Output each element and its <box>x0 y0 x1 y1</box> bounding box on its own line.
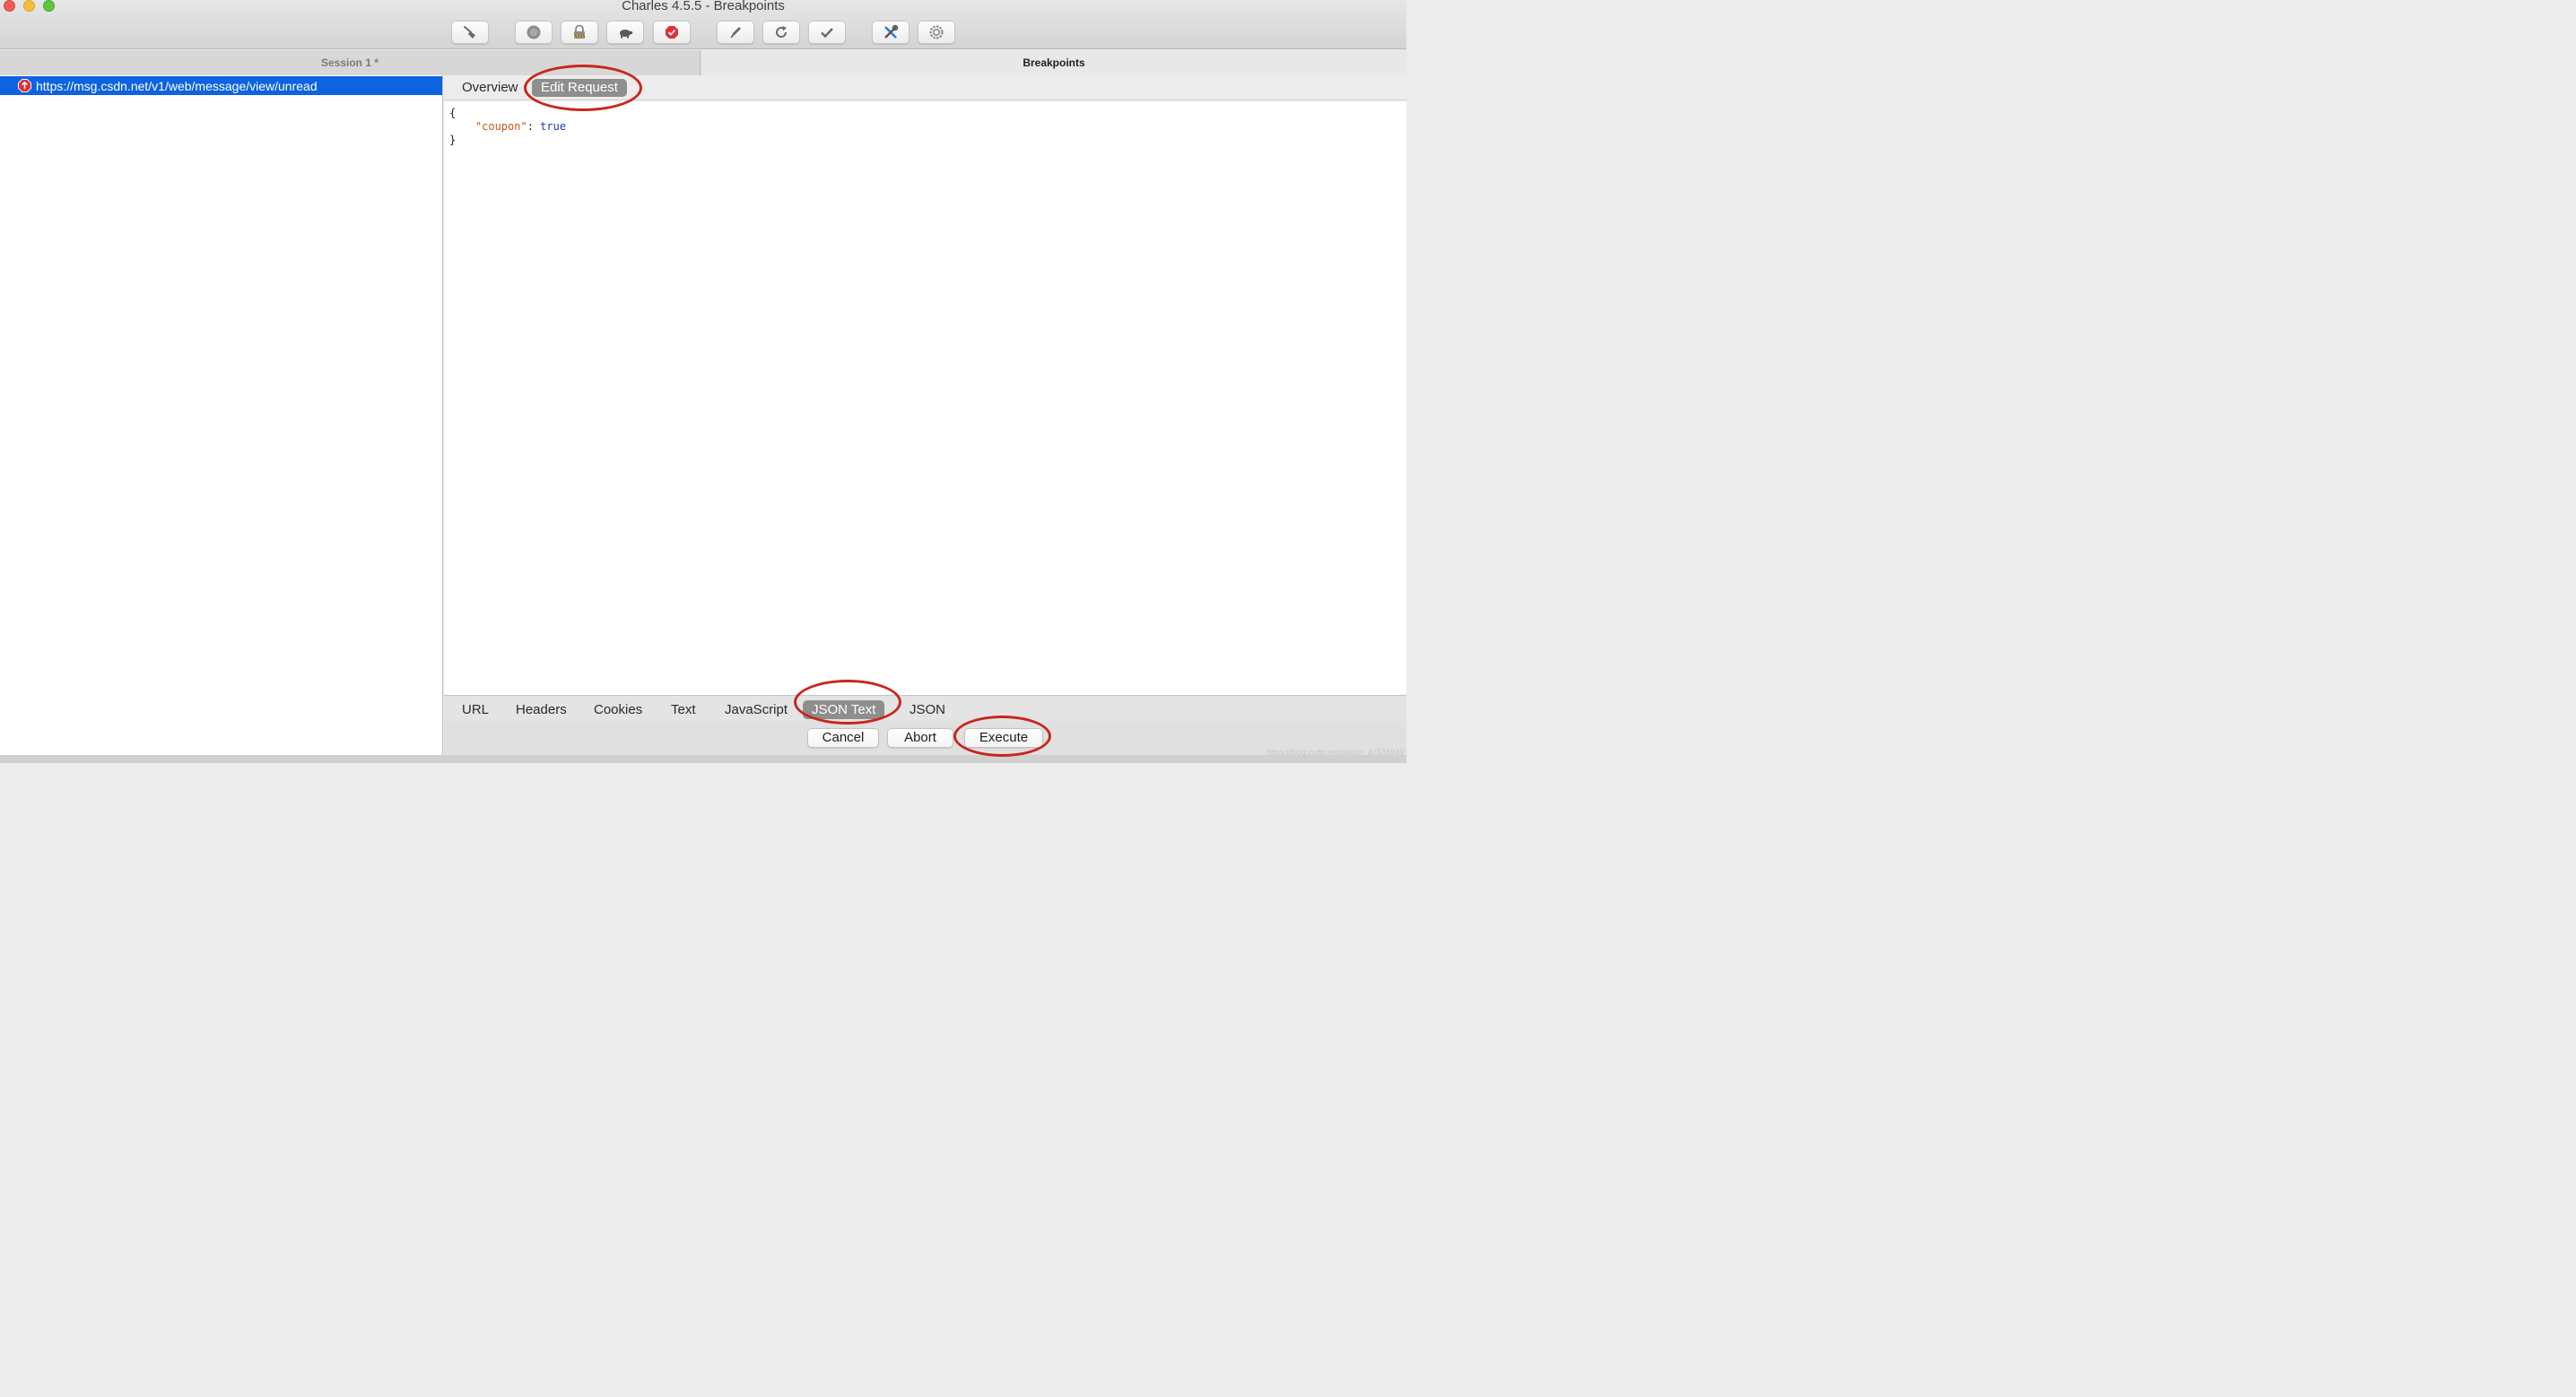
throttling-button[interactable] <box>606 21 644 44</box>
ssl-lock-icon <box>574 24 586 39</box>
tab-edit-request[interactable]: Edit Request <box>532 79 627 97</box>
repeat-icon <box>776 26 788 38</box>
watermark: https://blog.csdn.net/weixin_47534949 <box>1266 748 1405 757</box>
tools-button[interactable] <box>872 21 909 44</box>
clear-session-button[interactable] <box>451 21 489 44</box>
json-colon: : <box>527 120 541 133</box>
tab-session[interactable]: Session 1 * <box>0 50 701 75</box>
code-line-open: { <box>449 107 457 119</box>
breakpoint-editor-pane: Overview Edit Request { "coupon": true }… <box>444 75 1406 755</box>
tab-url[interactable]: URL <box>453 700 498 719</box>
breakpoint-icon <box>666 26 678 39</box>
settings-button[interactable] <box>918 21 955 44</box>
json-body-editor[interactable]: { "coupon": true } <box>444 101 1406 695</box>
compose-button[interactable] <box>717 21 754 44</box>
tools-icon <box>884 24 899 39</box>
tab-json[interactable]: JSON <box>901 700 954 719</box>
pane-header-bar: Session 1 * Breakpoints <box>0 50 1406 75</box>
tab-javascript[interactable]: JavaScript <box>716 700 796 719</box>
list-item[interactable]: https://msg.csdn.net/v1/web/message/view… <box>0 76 442 95</box>
action-bar: Cancel Abort Execute <box>444 721 1406 755</box>
ssl-proxying-button[interactable] <box>561 21 598 44</box>
tab-headers[interactable]: Headers <box>507 700 576 719</box>
record-button[interactable] <box>515 21 553 44</box>
execute-button[interactable]: Execute <box>964 728 1043 748</box>
record-icon <box>527 25 541 39</box>
repeat-button[interactable] <box>762 21 800 44</box>
status-strip <box>0 755 1406 763</box>
request-tabs: Overview Edit Request <box>444 75 1406 100</box>
code-line-coupon: "coupon": true <box>449 119 566 134</box>
pen-icon <box>730 27 741 39</box>
code-line-close: } <box>449 134 457 146</box>
json-value: true <box>540 120 567 133</box>
validate-checkmark-icon <box>821 28 833 39</box>
tab-overview[interactable]: Overview <box>453 79 527 97</box>
tab-text[interactable]: Text <box>662 700 705 719</box>
window-title: Charles 4.5.5 - Breakpoints <box>622 0 785 13</box>
abort-button[interactable]: Abort <box>887 728 953 748</box>
title-bar: Charles 4.5.5 - Breakpoints <box>0 0 1406 49</box>
breakpoint-request-icon <box>18 79 31 92</box>
request-url: https://msg.csdn.net/v1/web/message/view… <box>36 78 318 93</box>
broom-icon <box>464 26 475 39</box>
breakpoints-button[interactable] <box>653 21 691 44</box>
cancel-button[interactable]: Cancel <box>807 728 879 748</box>
tab-cookies[interactable]: Cookies <box>585 700 651 719</box>
session-list: https://msg.csdn.net/v1/web/message/view… <box>0 75 443 755</box>
tab-breakpoints[interactable]: Breakpoints <box>701 50 1406 75</box>
turtle-icon <box>620 30 633 39</box>
json-key: "coupon" <box>474 120 527 133</box>
tab-json-text[interactable]: JSON Text <box>803 700 885 719</box>
validate-button[interactable] <box>808 21 846 44</box>
settings-gear-icon <box>929 25 944 39</box>
body-view-tabs: URL Headers Cookies Text JavaScript JSON… <box>444 695 1406 721</box>
